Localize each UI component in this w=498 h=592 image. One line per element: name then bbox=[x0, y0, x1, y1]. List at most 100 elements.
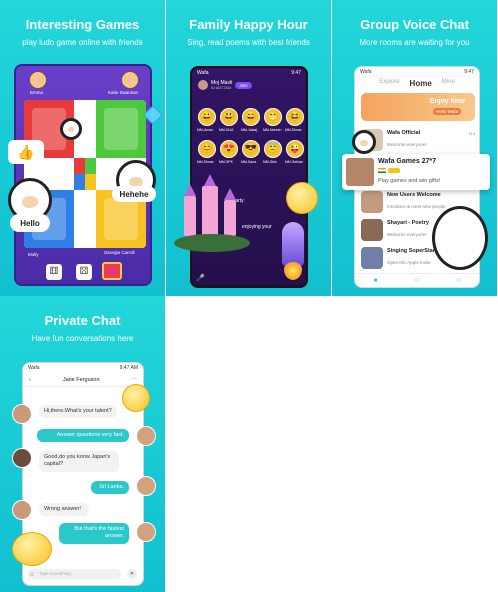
dice-icon[interactable]: ⚄ bbox=[76, 264, 92, 280]
room-name: Singing SuperStar bbox=[387, 248, 435, 254]
room-name: Wafa Official bbox=[387, 130, 421, 136]
room-list-item[interactable]: Wafa Official Welcome everyone! 113 bbox=[361, 129, 475, 153]
room-badge bbox=[388, 168, 400, 173]
chat-nav-icon[interactable]: ○ bbox=[415, 277, 419, 284]
player-name-bottom-right: Georgia Carroll bbox=[104, 250, 135, 255]
seat-avatar[interactable]: 😇 bbox=[264, 140, 282, 158]
card-title: Wafa Games 27*7 bbox=[378, 158, 437, 165]
user-avatar[interactable] bbox=[136, 522, 156, 542]
seat-name: MM-DUA bbox=[219, 128, 234, 132]
profile-nav-icon[interactable]: ○ bbox=[456, 277, 460, 284]
seat-avatar[interactable]: 😎 bbox=[242, 140, 260, 158]
banner-subtitle: Hello Wafa bbox=[433, 108, 461, 115]
card-subtitle: Play games and win gifts! bbox=[378, 178, 441, 184]
seat-name: MM-Sehian bbox=[285, 160, 303, 164]
status-bar: Wafa 9:47 bbox=[360, 69, 474, 75]
home-nav-icon[interactable]: ● bbox=[374, 277, 378, 284]
player-name-top-right: Katie Swanson bbox=[108, 90, 139, 95]
message-outgoing: Sri Lanka. bbox=[91, 481, 129, 495]
panel-games: Interesting Games play ludo game online … bbox=[0, 0, 165, 296]
tab-mine[interactable]: Mine bbox=[442, 79, 455, 88]
smiling-face-icon bbox=[12, 532, 52, 566]
laughing-face-icon bbox=[122, 384, 150, 412]
contact-avatar[interactable] bbox=[12, 500, 32, 520]
featured-room-card[interactable]: Wafa Games 27*7 Play games and win gifts… bbox=[342, 154, 490, 190]
emoji-icon[interactable]: ☺ bbox=[29, 572, 35, 578]
message-incoming: Hi,there.What's your talent? bbox=[39, 405, 117, 419]
board-center bbox=[74, 158, 96, 190]
india-flag-icon bbox=[378, 168, 386, 173]
empty-area bbox=[166, 296, 498, 592]
lion-mascot-icon bbox=[432, 206, 488, 270]
bottom-nav: ● ○ ○ bbox=[355, 273, 479, 287]
room-name: Shayari - Poetry bbox=[387, 220, 429, 226]
thumbs-up-icon: 👍 bbox=[8, 140, 44, 164]
green-home bbox=[96, 100, 146, 158]
banner-title: Enjoy time bbox=[429, 98, 465, 105]
contact-name: Jane Ferguson bbox=[62, 376, 100, 383]
join-button[interactable]: Join bbox=[235, 81, 252, 89]
room-desc: Introduce & meet new people bbox=[387, 204, 446, 209]
message-outgoing: But that's the fastest answer. bbox=[59, 523, 129, 544]
hehehe-bubble: Hehehe bbox=[112, 186, 156, 202]
status-bar: Wafa 9:47 bbox=[197, 70, 301, 76]
seat-avatar[interactable]: 😃 bbox=[220, 108, 238, 126]
tab-home[interactable]: Home bbox=[410, 79, 432, 88]
seat-name: MM-Elmaz bbox=[197, 160, 214, 164]
message-input[interactable]: Type something... bbox=[27, 569, 121, 579]
room-avatar[interactable] bbox=[198, 80, 208, 90]
user-avatar[interactable] bbox=[136, 476, 156, 496]
contact-avatar[interactable] bbox=[12, 448, 32, 468]
seat-avatar[interactable]: 😀 bbox=[198, 108, 216, 126]
panel-title: Family Happy Hour bbox=[189, 17, 308, 32]
panel-voice: Group Voice Chat More rooms are waiting … bbox=[332, 0, 497, 296]
room-desc: Welcome everyone! bbox=[387, 142, 427, 147]
panel-chat: Private Chat Have fun conversations here… bbox=[0, 296, 165, 592]
promo-banner[interactable]: Enjoy time Hello Wafa bbox=[361, 93, 475, 121]
back-arrow-icon[interactable]: ‹ bbox=[29, 377, 31, 383]
panel-subtitle: play ludo game online with friends bbox=[22, 38, 143, 47]
panel-title: Group Voice Chat bbox=[360, 17, 469, 32]
seat-name: MM-Elmaz bbox=[285, 128, 302, 132]
tab-explore[interactable]: Explore bbox=[379, 79, 399, 88]
room-desc: Open Mic Apple Invite bbox=[387, 260, 431, 265]
seat-name: MM-Noreen bbox=[263, 128, 282, 132]
send-icon[interactable]: ➤ bbox=[127, 569, 137, 579]
panel-subtitle: More rooms are waiting for you bbox=[359, 38, 470, 47]
message-incoming: Good,do you konw Japan's capital? bbox=[39, 451, 119, 472]
seat-avatar[interactable]: 😆 bbox=[286, 108, 304, 126]
seat-name: MM-Jakarj bbox=[241, 128, 258, 132]
room-thumbnail bbox=[361, 219, 383, 241]
more-icon[interactable]: ⋯ bbox=[131, 377, 137, 383]
winking-face-icon bbox=[286, 182, 318, 214]
message-incoming: Wrong answer! bbox=[39, 503, 89, 517]
lion-token-icon bbox=[60, 118, 82, 140]
seat-avatar[interactable]: 😄 bbox=[242, 108, 260, 126]
gift-icon[interactable] bbox=[102, 262, 122, 280]
player-name-top-left: Emma bbox=[30, 90, 44, 95]
seat-avatar[interactable]: 😁 bbox=[264, 108, 282, 126]
panel-title: Interesting Games bbox=[25, 17, 140, 32]
contact-avatar[interactable] bbox=[12, 404, 32, 424]
seat-name: MM-SPK bbox=[219, 160, 233, 164]
seat-avatar[interactable]: 😍 bbox=[220, 140, 238, 158]
room-count: 113 bbox=[468, 131, 475, 136]
dice-icon[interactable]: ⚅ bbox=[46, 264, 62, 280]
castle-gift-icon bbox=[174, 174, 252, 256]
panel-subtitle: Have fun conversations here bbox=[31, 334, 134, 343]
seat-avatar[interactable]: 😊 bbox=[198, 140, 216, 158]
seat-avatar[interactable]: 😜 bbox=[286, 140, 304, 158]
user-avatar[interactable] bbox=[136, 426, 156, 446]
seat-name: MM-Sana bbox=[241, 160, 257, 164]
card-thumbnail bbox=[346, 158, 374, 186]
mic-icon[interactable]: 🎤 bbox=[196, 274, 205, 282]
player-avatar-top-right[interactable] bbox=[122, 72, 138, 88]
seat-name: MM-Aman bbox=[197, 128, 214, 132]
player-avatar-top-left[interactable] bbox=[30, 72, 46, 88]
panel-party: Family Happy Hour Sing, read poems with … bbox=[166, 0, 331, 296]
room-thumbnail bbox=[361, 247, 383, 269]
panel-title: Private Chat bbox=[44, 313, 121, 328]
room-thumbnail bbox=[361, 191, 383, 213]
rocket-gift-icon bbox=[282, 222, 304, 266]
room-header: Moj Masti ID:16277244 Join bbox=[198, 80, 252, 90]
